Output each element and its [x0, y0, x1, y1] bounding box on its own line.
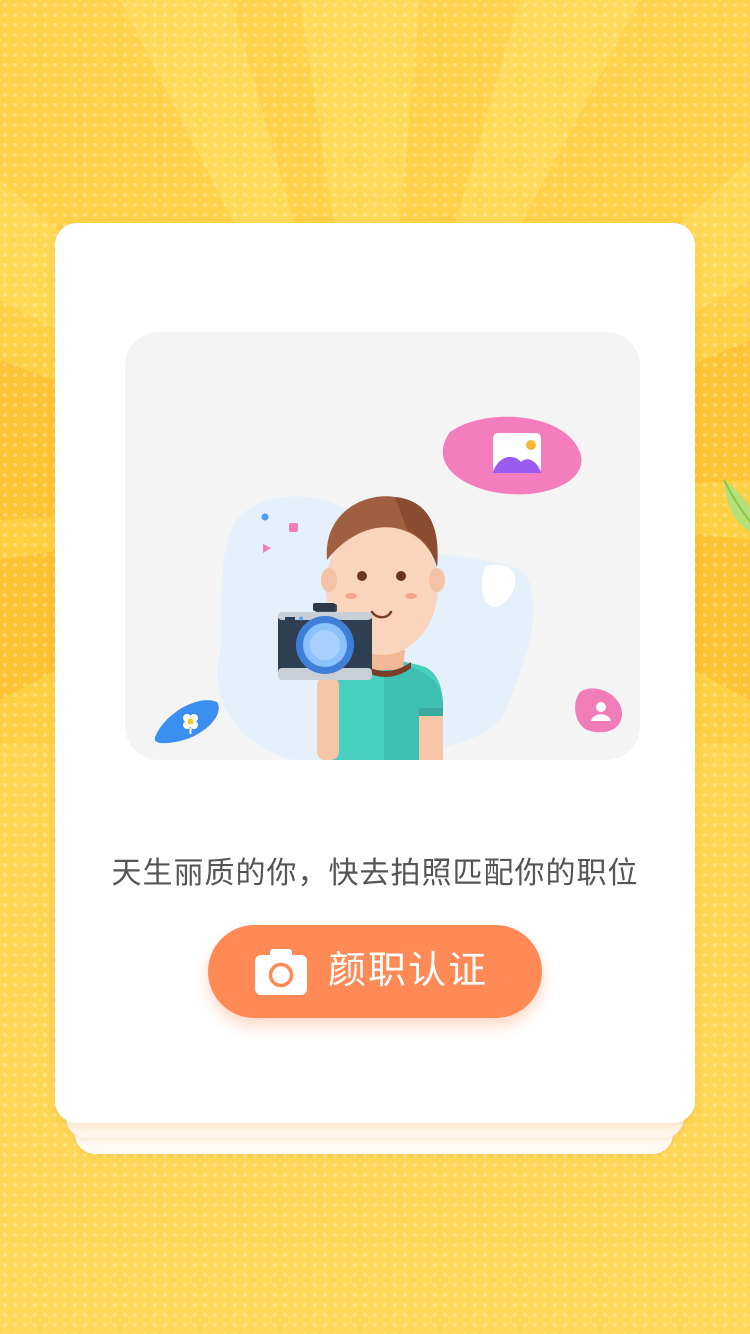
tagline: 天生丽质的你，快去拍照匹配你的职位 [111, 856, 639, 891]
confetti-square [289, 523, 298, 532]
main-card: 天生丽质的你，快去拍照匹配你的职位 颜职认证 [55, 223, 695, 1123]
illustration [125, 332, 640, 760]
confetti-dot [261, 513, 269, 521]
camera-icon [255, 947, 307, 995]
flower-bubble [154, 700, 219, 744]
person-bubble [575, 688, 623, 733]
leaf-icon [723, 479, 750, 532]
verify-button[interactable]: 颜职认证 [208, 925, 542, 1018]
image-bubble [442, 416, 582, 495]
camera-illustration [278, 603, 372, 680]
verify-button-label: 颜职认证 [328, 950, 489, 992]
